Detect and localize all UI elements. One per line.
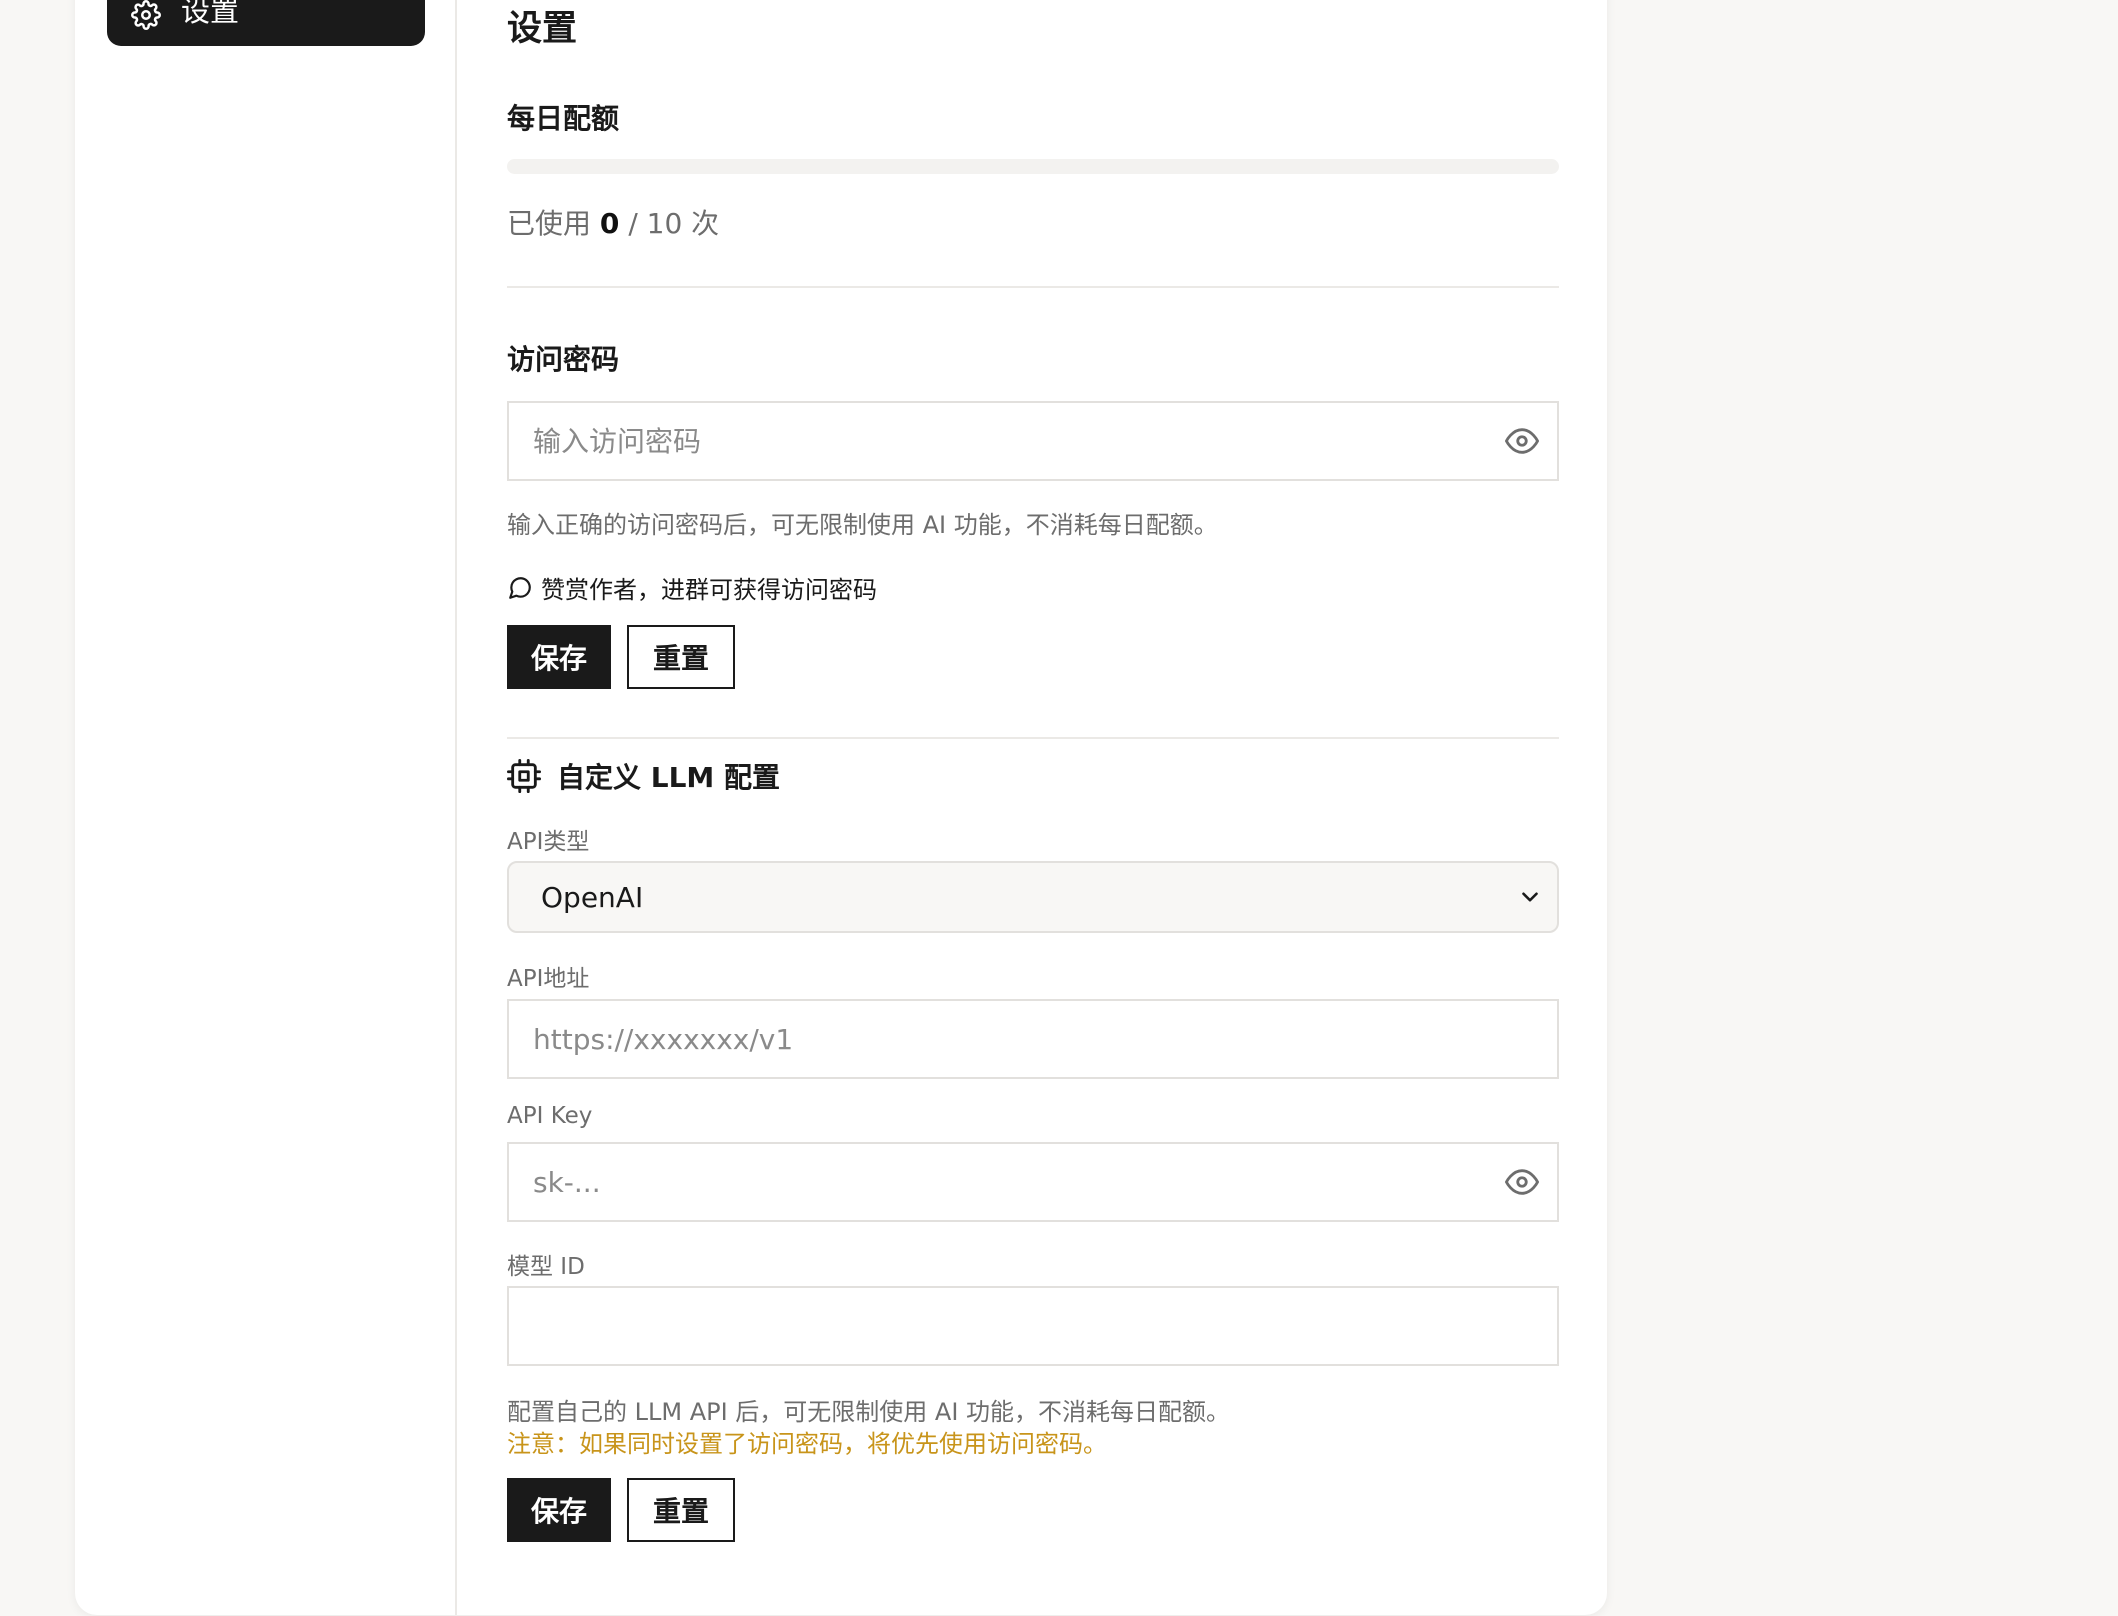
access-password-wrapper <box>507 401 1559 481</box>
model-id-label: 模型 ID <box>507 1254 585 1280</box>
quota-usage-text: 已使用 0 / 10 次 <box>507 202 719 242</box>
quota-title: 每日配额 <box>507 102 620 135</box>
llm-reset-button[interactable]: 重置 <box>627 1478 735 1542</box>
eye-icon[interactable] <box>1505 1165 1539 1199</box>
llm-title-row: 自定义 LLM 配置 <box>507 756 780 796</box>
usage-count: 0 <box>599 207 620 240</box>
donate-link-label: 赞赏作者，进群可获得访问密码 <box>541 576 877 604</box>
eye-icon[interactable] <box>1505 424 1539 458</box>
gear-icon <box>131 0 161 30</box>
access-title: 访问密码 <box>507 343 620 376</box>
api-key-input[interactable] <box>507 1142 1559 1222</box>
sidebar: 设置 <box>75 0 457 1615</box>
settings-card: 设置 设置 每日配额 已使用 0 / 10 次 访问密码 输入正确的访问密码后，… <box>75 0 1607 1615</box>
page-title: 设置 <box>507 9 578 49</box>
section-divider <box>507 737 1559 739</box>
section-divider <box>507 286 1559 288</box>
sidebar-item-settings[interactable]: 设置 <box>107 0 425 46</box>
model-id-input[interactable] <box>507 1286 1559 1366</box>
cpu-chip-icon <box>507 759 541 793</box>
usage-prefix: 已使用 <box>507 207 592 240</box>
llm-warning: 注意：如果同时设置了访问密码，将优先使用访问密码。 <box>507 1430 1107 1458</box>
chat-bubble-icon <box>509 576 531 599</box>
api-url-label: API地址 <box>507 966 590 992</box>
llm-title: 自定义 LLM 配置 <box>557 761 781 794</box>
usage-total: / 10 次 <box>628 207 720 240</box>
llm-hint: 配置自己的 LLM API 后，可无限制使用 AI 功能，不消耗每日配额。 <box>507 1398 1231 1426</box>
access-password-input[interactable] <box>507 401 1559 481</box>
access-hint: 输入正确的访问密码后，可无限制使用 AI 功能，不消耗每日配额。 <box>507 511 1218 539</box>
chevron-down-icon <box>1522 892 1538 902</box>
donate-link[interactable]: 赞赏作者，进群可获得访问密码 <box>507 570 877 605</box>
llm-save-button[interactable]: 保存 <box>507 1478 611 1542</box>
api-key-wrapper <box>507 1142 1559 1222</box>
quota-progress-bar <box>507 159 1559 174</box>
api-key-label: API Key <box>507 1103 593 1129</box>
access-reset-button[interactable]: 重置 <box>627 625 735 689</box>
api-url-input[interactable] <box>507 999 1559 1079</box>
api-type-label: API类型 <box>507 829 590 855</box>
api-type-value: OpenAI <box>541 880 644 914</box>
sidebar-item-label: 设置 <box>181 0 240 28</box>
api-type-select[interactable]: OpenAI <box>507 861 1559 933</box>
access-save-button[interactable]: 保存 <box>507 625 611 689</box>
